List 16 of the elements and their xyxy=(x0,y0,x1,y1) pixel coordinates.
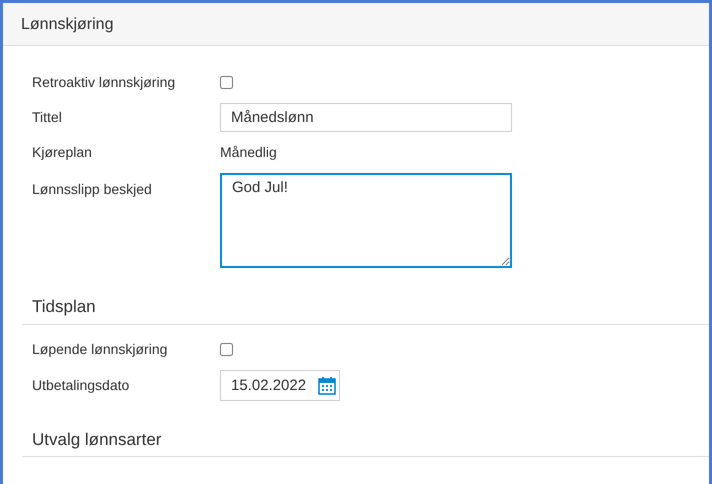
calendar-icon[interactable] xyxy=(318,376,336,394)
section-heading: Utvalg lønnsarter xyxy=(22,426,709,457)
checkbox[interactable] xyxy=(220,76,233,89)
field-label: Lønnsslipp beskjed xyxy=(32,180,153,199)
field-label: Utbetalingsdato xyxy=(32,376,130,395)
field-label: Kjøreplan xyxy=(32,143,93,162)
section-heading: Tidsplan xyxy=(22,294,709,324)
text-field[interactable]: Månedslønn xyxy=(220,103,512,132)
text-area[interactable]: God Jul! xyxy=(220,173,512,268)
field-label: Retroaktiv lønnskjøring xyxy=(32,73,176,92)
checkbox[interactable] xyxy=(220,342,233,356)
panel-title: Lønnskjøring xyxy=(21,16,114,33)
field-value: Månedlig xyxy=(220,143,277,162)
field-label: Løpende lønnskjøring xyxy=(32,340,168,359)
field-label: Tittel xyxy=(32,108,63,127)
date-field[interactable]: 15.02.2022 xyxy=(220,370,340,400)
